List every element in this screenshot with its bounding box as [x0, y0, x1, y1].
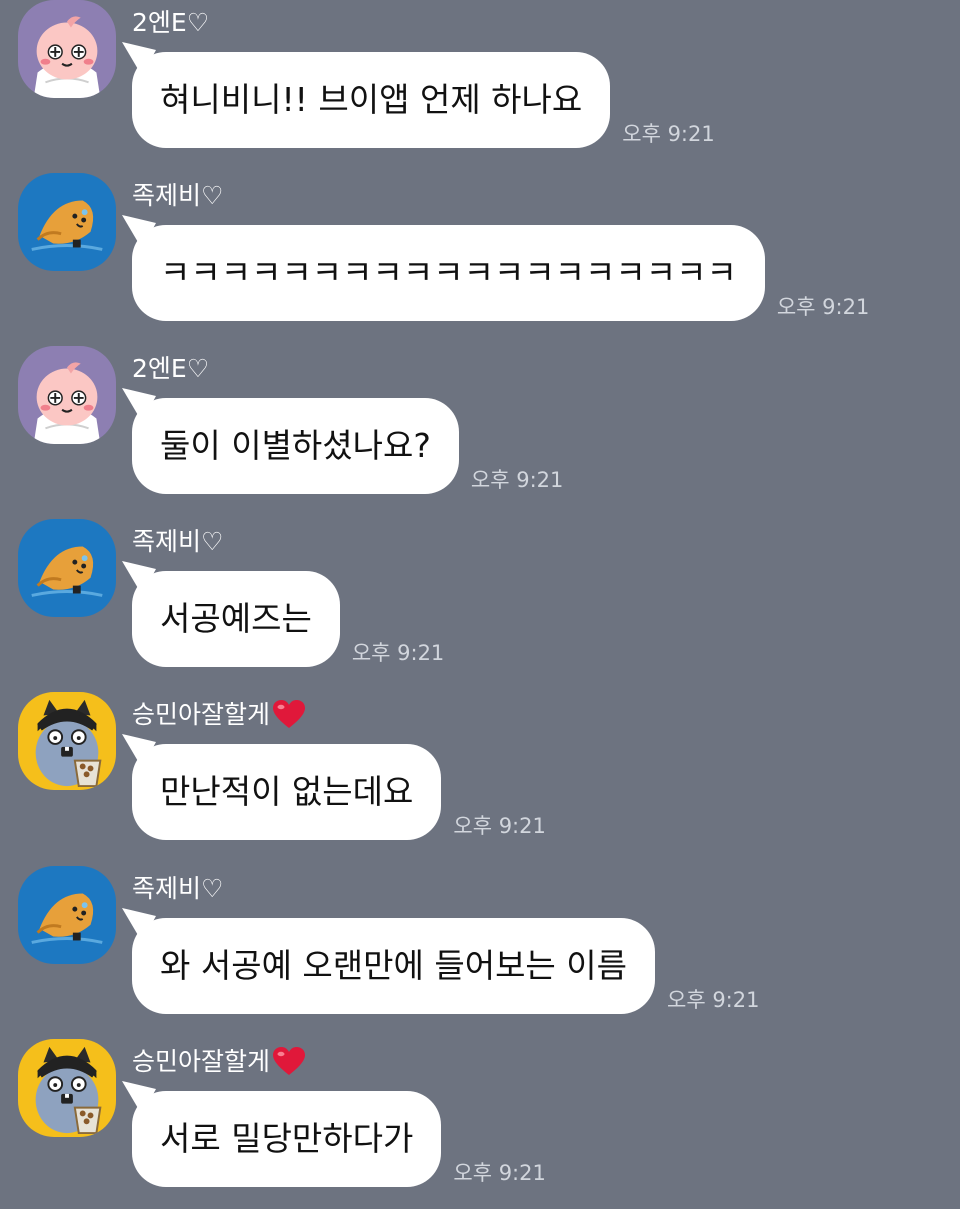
- message-text: 와 서공예 오랜만에 들어보는 이름: [160, 946, 627, 985]
- profile-avatar[interactable]: [18, 519, 116, 617]
- bubble-tail-icon: [122, 388, 156, 422]
- sender-name: 2엔E♡: [132, 8, 210, 37]
- bubble-tail-icon: [122, 42, 156, 76]
- profile-avatar[interactable]: [18, 692, 116, 790]
- message-bubble[interactable]: 서공예즈는: [122, 561, 340, 667]
- profile-avatar[interactable]: [18, 1039, 116, 1137]
- message-time: 오후 9:21: [470, 468, 564, 492]
- sender-name: 족제비♡: [132, 874, 224, 903]
- heart-icon: [273, 1047, 306, 1075]
- sender-name: 승민아잘할게: [132, 1047, 271, 1076]
- bubble-row: 혀니비니!! 브이앱 언제 하나요 오후 9:21: [122, 42, 715, 148]
- heart-icon: [273, 700, 306, 728]
- message-bubble[interactable]: 서로 밀당만하다가: [122, 1081, 442, 1187]
- message-text: 만난적이 없는데요: [160, 772, 414, 811]
- cat-character-icon: [18, 1039, 116, 1137]
- bubble-row: 와 서공예 오랜만에 들어보는 이름 오후 9:21: [122, 908, 760, 1014]
- bubble-row: 서로 밀당만하다가 오후 9:21: [122, 1081, 546, 1187]
- lion-character-icon: [18, 866, 116, 964]
- sender-name: 족제비♡: [132, 181, 224, 210]
- message-time: 오후 9:21: [453, 1161, 546, 1185]
- sender-name: 족제비♡: [132, 527, 224, 556]
- profile-avatar[interactable]: [18, 866, 116, 964]
- peach-character-icon: [18, 346, 116, 444]
- message-text: ㅋㅋㅋㅋㅋㅋㅋㅋㅋㅋㅋㅋㅋㅋㅋㅋㅋㅋㅋ: [160, 253, 737, 292]
- chat-message: 승민아잘할게 서로 밀당만하다가 오후 9:21: [0, 1039, 960, 1209]
- bubble-row: ㅋㅋㅋㅋㅋㅋㅋㅋㅋㅋㅋㅋㅋㅋㅋㅋㅋㅋㅋ 오후 9:21: [122, 215, 870, 321]
- sender-name: 2엔E♡: [132, 354, 210, 383]
- message-time: 오후 9:21: [453, 814, 546, 838]
- sender-row: 승민아잘할게: [132, 698, 306, 732]
- lion-character-icon: [18, 173, 116, 271]
- chat-message: 승민아잘할게 만난적이 없는데요 오후 9:21: [0, 692, 960, 862]
- profile-avatar[interactable]: [18, 346, 116, 444]
- sender-name: 승민아잘할게: [132, 700, 271, 729]
- message-bubble[interactable]: 혀니비니!! 브이앱 언제 하나요: [122, 42, 611, 148]
- bubble-tail-icon: [122, 561, 156, 595]
- bubble-tail-icon: [122, 908, 156, 942]
- message-bubble[interactable]: 둘이 이별하셨나요?: [122, 388, 459, 494]
- chat-message: 2엔E♡ 둘이 이별하셨나요? 오후 9:21: [0, 346, 960, 516]
- sender-row: 2엔E♡: [132, 352, 209, 386]
- cat-character-icon: [18, 692, 116, 790]
- message-bubble[interactable]: 와 서공예 오랜만에 들어보는 이름: [122, 908, 655, 1014]
- bubble-row: 서공예즈는 오후 9:21: [122, 561, 445, 667]
- chat-message: 족제비♡ 와 서공예 오랜만에 들어보는 이름 오후 9:21: [0, 866, 960, 1036]
- message-bubble[interactable]: ㅋㅋㅋㅋㅋㅋㅋㅋㅋㅋㅋㅋㅋㅋㅋㅋㅋㅋㅋ: [122, 215, 765, 321]
- bubble-tail-icon: [122, 734, 156, 768]
- profile-avatar[interactable]: [18, 173, 116, 271]
- chat-message: 족제비♡ ㅋㅋㅋㅋㅋㅋㅋㅋㅋㅋㅋㅋㅋㅋㅋㅋㅋㅋㅋ 오후 9:21: [0, 173, 960, 343]
- message-time: 오후 9:21: [667, 988, 760, 1012]
- bubble-tail-icon: [122, 215, 156, 249]
- sender-row: 2엔E♡: [132, 6, 209, 40]
- sender-row: 승민아잘할게: [132, 1045, 306, 1079]
- chat-message: 2엔E♡ 혀니비니!! 브이앱 언제 하나요 오후 9:21: [0, 0, 960, 170]
- chat-view: 2엔E♡ 혀니비니!! 브이앱 언제 하나요 오후 9:21 족제비♡ ㅋㅋㅋㅋ…: [0, 0, 960, 1200]
- message-text: 혀니비니!! 브이앱 언제 하나요: [160, 80, 583, 119]
- sender-row: 족제비♡: [132, 525, 223, 559]
- message-time: 오후 9:21: [622, 122, 715, 146]
- message-time: 오후 9:21: [351, 641, 445, 665]
- message-text: 둘이 이별하셨나요?: [160, 426, 431, 465]
- sender-row: 족제비♡: [132, 179, 223, 213]
- message-text: 서로 밀당만하다가: [160, 1119, 414, 1158]
- bubble-row: 둘이 이별하셨나요? 오후 9:21: [122, 388, 564, 494]
- message-bubble[interactable]: 만난적이 없는데요: [122, 734, 442, 840]
- bubble-row: 만난적이 없는데요 오후 9:21: [122, 734, 546, 840]
- profile-avatar[interactable]: [18, 0, 116, 98]
- peach-character-icon: [18, 0, 116, 98]
- lion-character-icon: [18, 519, 116, 617]
- sender-row: 족제비♡: [132, 872, 223, 906]
- bubble-tail-icon: [122, 1081, 156, 1115]
- chat-message: 족제비♡ 서공예즈는 오후 9:21: [0, 519, 960, 689]
- message-time: 오후 9:21: [776, 295, 870, 319]
- message-text: 서공예즈는: [160, 599, 312, 638]
